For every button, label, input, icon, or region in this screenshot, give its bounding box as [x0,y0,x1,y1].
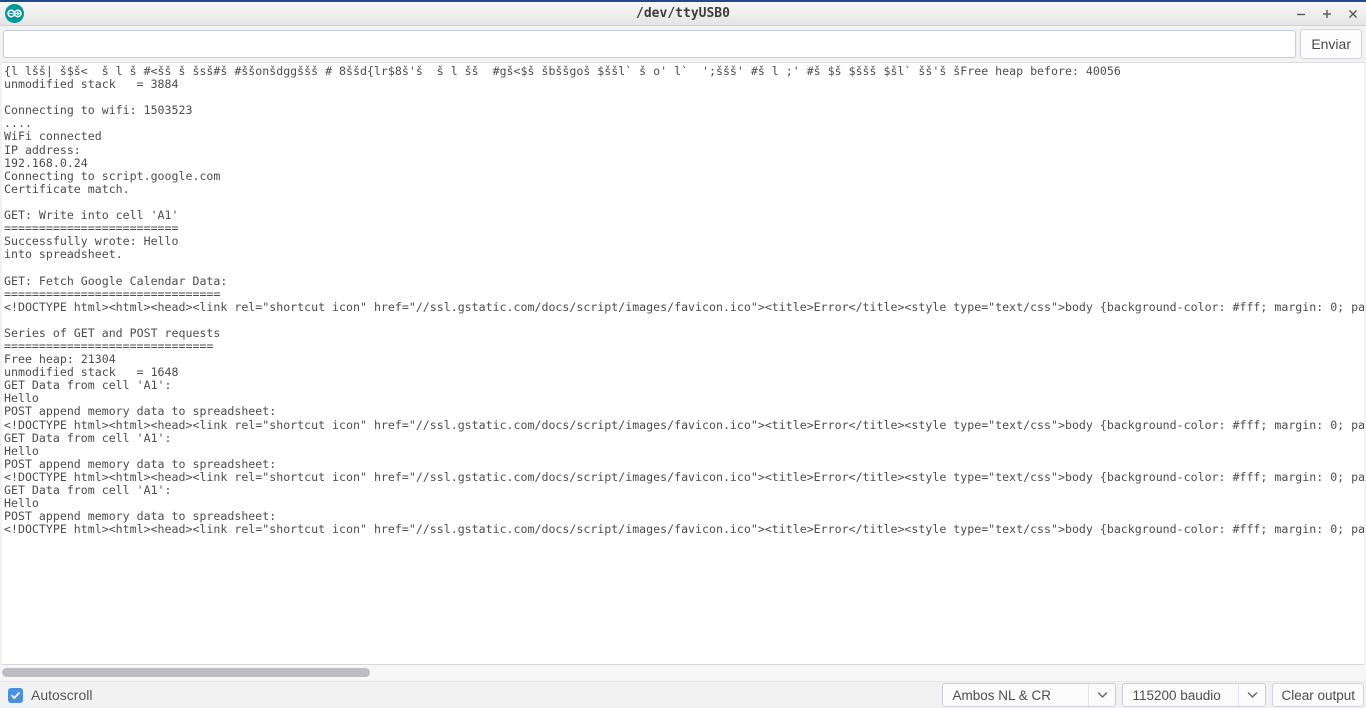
send-button[interactable]: Enviar [1300,29,1362,59]
console-line: .... [4,116,32,131]
console-line: GET: Write into cell 'A1' [4,208,179,223]
console-line: unmodified stack = 3884 [4,77,179,92]
console-line: Free heap: 21304 [4,352,116,367]
console-line: <!DOCTYPE html><html><head><link rel="sh… [4,522,1364,537]
console-line: =============================== [4,286,221,301]
window-title: /dev/ttyUSB0 [636,6,730,21]
clear-output-button[interactable]: Clear output [1272,683,1364,707]
console-output-panel[interactable]: {l lšš| š$š< š l š #<šš š šsš#š #ššonšdg… [2,62,1364,665]
serial-send-input[interactable] [3,30,1297,58]
console-line: POST append memory data to spreadsheet: [4,404,277,419]
console-line: ========================= [4,221,179,236]
console-line: IP address: [4,142,81,157]
status-bar: Autoscroll Ambos NL & CR 115200 baudio C… [0,682,1366,708]
autoscroll-label: Autoscroll [31,687,93,703]
console-line: ============================== [4,338,214,353]
maximize-icon[interactable] [1320,6,1334,22]
horizontal-scrollbar-thumb[interactable] [2,668,370,677]
console-line: 192.168.0.24 [4,155,88,170]
minimize-icon[interactable] [1294,6,1308,22]
arduino-infinity-logo-icon [4,3,25,24]
console-text: {l lšš| š$š< š l š #<šš š šsš#š #ššonšdg… [2,63,1364,664]
console-line: GET Data from cell 'A1': [4,430,172,445]
console-line: GET: Fetch Google Calendar Data: [4,273,228,288]
serial-monitor-window: /dev/ttyUSB0 Enviar {l lšš| š$š< š l š #… [0,0,1366,708]
console-line: Series of GET and POST requests [4,325,221,340]
console-line: POST append memory data to spreadsheet: [4,456,277,471]
console-line: <!DOCTYPE html><html><head><link rel="sh… [4,417,1364,432]
console-line: <!DOCTYPE html><html><head><link rel="sh… [4,469,1364,484]
console-line: Certificate match. [4,181,130,196]
console-line: Successfully wrote: Hello [4,234,179,249]
window-controls [1294,2,1360,26]
console-line: Hello [4,443,39,458]
console-line: unmodified stack = 1648 [4,365,179,380]
chevron-down-icon[interactable] [1088,684,1115,706]
console-line: GET Data from cell 'A1': [4,483,172,497]
send-row: Enviar [0,26,1366,62]
window-titlebar: /dev/ttyUSB0 [0,0,1366,26]
console-line: WiFi connected [4,129,102,144]
line-ending-value: Ambos NL & CR [952,687,1051,703]
close-icon[interactable] [1346,6,1360,22]
baud-rate-value: 115200 baudio [1132,687,1221,703]
horizontal-scrollbar[interactable] [0,665,1366,682]
console-line: {l lšš| š$š< š l š #<šš š šsš#š #ššonšdg… [4,64,1121,78]
line-ending-select[interactable]: Ambos NL & CR [942,683,1117,707]
baud-rate-select[interactable]: 115200 baudio [1122,683,1267,707]
autoscroll-toggle[interactable]: Autoscroll [8,687,92,703]
autoscroll-checkbox[interactable] [8,687,23,703]
console-line: <!DOCTYPE html><html><head><link rel="sh… [4,299,1364,314]
console-line: GET Data from cell 'A1': [4,378,172,393]
console-line: Connecting to wifi: 1503523 [4,103,193,118]
console-line: Connecting to script.google.com [4,168,221,183]
chevron-down-icon[interactable] [1238,684,1265,706]
console-line: into spreadsheet. [4,247,123,262]
